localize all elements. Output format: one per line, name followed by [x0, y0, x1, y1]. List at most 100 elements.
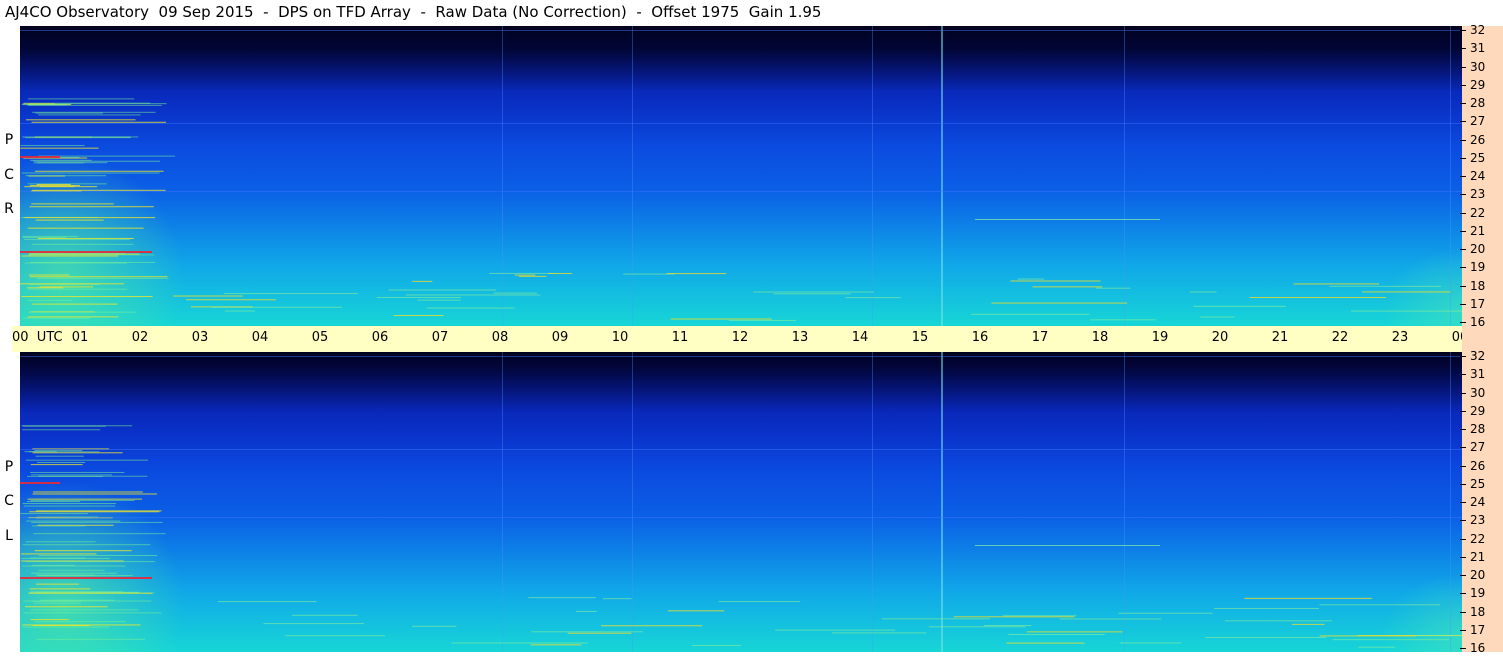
freq-tick — [1460, 447, 1466, 449]
interference-line — [1332, 639, 1449, 641]
interference-line — [1351, 310, 1462, 312]
interference-line — [25, 541, 96, 543]
interference-line — [173, 295, 243, 297]
utc-tick-label: 21 — [1271, 330, 1289, 345]
utc-tick-label: 06 — [371, 330, 389, 345]
bottom-margin — [0, 652, 1503, 672]
interference-line — [32, 303, 118, 305]
interference-line — [27, 254, 155, 256]
band-edge-line — [20, 449, 1462, 450]
interference-line — [975, 545, 1160, 546]
freq-tick-label: 22 — [1470, 531, 1486, 546]
freq-tick-label: 22 — [1470, 205, 1486, 220]
utc-tick-label: 17 — [1031, 330, 1049, 345]
interference-line — [670, 318, 772, 320]
freq-tick-label: 23 — [1470, 187, 1486, 202]
freq-tick-label: 17 — [1470, 622, 1486, 637]
spectrogram-vertical-line — [941, 26, 943, 326]
interference-line — [33, 491, 143, 493]
interference-line — [36, 638, 145, 640]
interference-line — [32, 452, 123, 454]
interference-line — [34, 621, 126, 623]
interference-line — [37, 575, 133, 577]
interference-line — [417, 299, 461, 301]
interference-line — [1249, 297, 1386, 299]
interference-line — [531, 631, 643, 633]
freq-tick — [1460, 611, 1466, 613]
freq-tick — [1460, 285, 1466, 287]
interference-line — [1319, 604, 1441, 606]
interference-line — [20, 145, 85, 147]
interference-line — [1293, 283, 1380, 285]
freq-tick — [1460, 194, 1466, 196]
interference-line — [388, 289, 497, 291]
interference-line — [376, 296, 462, 298]
interference-line — [991, 302, 1128, 304]
interference-line — [29, 276, 168, 278]
interference-line — [1003, 615, 1077, 617]
interference-line — [37, 461, 86, 463]
utc-tick-label: 07 — [431, 330, 449, 345]
interference-line — [24, 606, 108, 608]
freq-tick — [1460, 465, 1466, 467]
interference-line — [217, 601, 317, 603]
freq-tick-label: 31 — [1470, 41, 1486, 56]
rcp-letter-p: P — [4, 132, 14, 148]
interference-line — [33, 533, 166, 535]
rcp-spectrogram — [20, 26, 1462, 326]
interference-line — [32, 493, 157, 495]
interference-line — [1200, 316, 1235, 318]
utc-tick-label: 18 — [1091, 330, 1109, 345]
utc-tick-label: 00 UTC — [12, 330, 63, 345]
interference-line — [21, 553, 97, 555]
interference-line — [691, 644, 742, 646]
band-edge-line — [20, 30, 1462, 31]
freq-tick-label: 28 — [1470, 422, 1486, 436]
interference-line — [451, 642, 588, 644]
freq-tick — [1460, 556, 1466, 558]
utc-tick-label: 23 — [1391, 330, 1409, 345]
interference-line — [845, 297, 901, 299]
utc-tick-label: 05 — [311, 330, 329, 345]
freq-tick — [1460, 322, 1466, 323]
freq-tick — [1460, 303, 1466, 305]
interference-line — [223, 293, 358, 295]
utc-tick-label: 09 — [551, 330, 569, 345]
utc-tick-label: 16 — [971, 330, 989, 345]
freq-tick — [1460, 103, 1466, 104]
freq-tick-label: 31 — [1470, 367, 1486, 382]
interference-line — [32, 600, 82, 602]
interference-line — [518, 275, 547, 277]
interference-line — [412, 280, 433, 282]
freq-tick-label: 21 — [1470, 549, 1486, 564]
interference-line — [23, 237, 67, 239]
interference-line — [29, 511, 160, 513]
interference-line — [25, 175, 107, 177]
interference-line — [224, 310, 255, 312]
freq-tick-label: 18 — [1470, 278, 1486, 293]
rcp-letter-c: C — [4, 167, 14, 183]
interference-line — [881, 618, 990, 620]
freq-tick — [1460, 629, 1466, 631]
freq-tick-label: 27 — [1470, 440, 1486, 455]
rcp-signal-lines — [20, 26, 1462, 326]
lcp-letter-l: L — [5, 528, 13, 544]
interference-line — [29, 185, 81, 187]
interference-line — [1010, 280, 1101, 282]
interference-line — [30, 619, 69, 621]
interference-line — [33, 602, 81, 604]
utc-tick-label: 19 — [1151, 330, 1169, 345]
interference-line — [601, 625, 703, 627]
interference-line — [29, 588, 91, 590]
interference-line — [28, 592, 153, 594]
rcp-letter-r: R — [4, 201, 14, 217]
band-edge-line — [20, 356, 1462, 357]
freq-tick — [1460, 121, 1466, 123]
interference-line — [30, 471, 125, 473]
interference-line — [22, 626, 110, 628]
spectrogram-vertical-line — [872, 352, 873, 652]
interference-line — [20, 156, 60, 158]
freq-tick-label: 24 — [1470, 495, 1486, 509]
interference-line — [1026, 631, 1123, 633]
freq-tick — [1460, 483, 1466, 485]
